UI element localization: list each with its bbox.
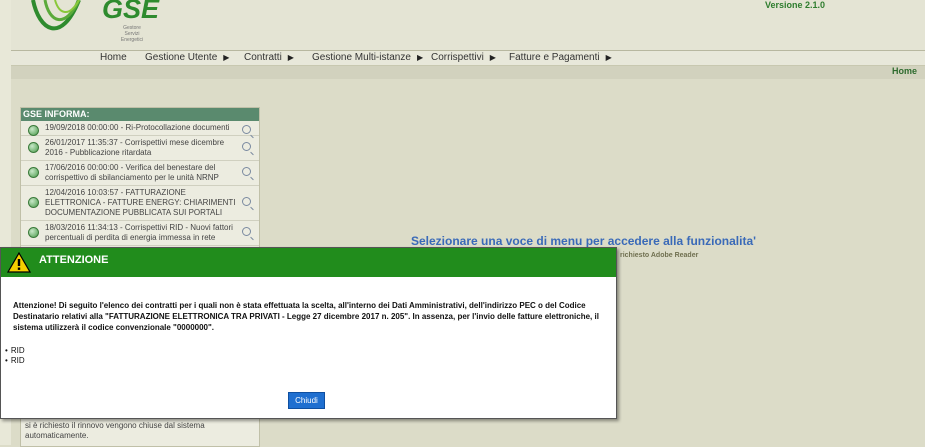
news-item[interactable]: 26/01/2017 11:35:37 - Corrispettivi mese… (21, 136, 259, 161)
header: GSE Gestore Servizi Energetici Versione … (11, 0, 925, 51)
news-item[interactable]: 12/04/2016 10:03:57 - FATTURAZIONE ELETT… (21, 186, 259, 221)
magnifier-icon[interactable] (242, 142, 251, 151)
contract-list: RID RID (5, 346, 25, 366)
gse-logo: GSE Gestore Servizi Energetici (31, 0, 159, 50)
news-text: 26/01/2017 11:35:37 - Corrispettivi mese… (45, 138, 225, 157)
menu-item-gestione-multi-istanze[interactable]: Gestione Multi-istanze ▶ (312, 52, 423, 63)
menu-arrow-icon: ▶ (605, 53, 612, 62)
green-bullet-icon (28, 142, 39, 153)
contract-list-item: RID (5, 346, 25, 356)
menu-item-gestione-utente[interactable]: Gestione Utente ▶ (145, 52, 229, 63)
news-text: 17/06/2016 00:00:00 - Verifica del benes… (45, 163, 219, 182)
news-text: 18/03/2016 11:34:13 - Corrispettivi RID … (45, 223, 233, 242)
panel-title: GSE INFORMA: (21, 108, 259, 121)
news-item[interactable]: 17/06/2016 00:00:00 - Verifica del benes… (21, 161, 259, 186)
green-bullet-icon (28, 227, 39, 238)
dialog-header: ATTENZIONE (1, 248, 616, 277)
attention-dialog: ATTENZIONE Attenzione! Di seguito l'elen… (0, 247, 617, 419)
contract-list-item: RID (5, 356, 25, 366)
home-link[interactable]: Home (892, 66, 917, 76)
menu-item-corrispettivi[interactable]: Corrispettivi ▶ (431, 52, 496, 63)
warning-icon (7, 252, 31, 273)
menu-arrow-icon: ▶ (287, 53, 294, 62)
dialog-message: Attenzione! Di seguito l'elenco dei cont… (13, 301, 599, 332)
logo-text: GSE (102, 0, 160, 24)
news-item[interactable]: 18/03/2016 11:34:13 - Corrispettivi RID … (21, 221, 259, 246)
menu-arrow-icon: ▶ (489, 53, 496, 62)
panel-bottom-text: si è richiesto il rinnovo vengono chiuse… (25, 421, 205, 440)
magnifier-icon[interactable] (242, 197, 251, 206)
logo-subtitle: Gestore Servizi Energetici (120, 25, 144, 43)
news-text: 12/04/2016 10:03:57 - FATTURAZIONE ELETT… (45, 188, 236, 217)
welcome-message: Selezionare una voce di menu per acceder… (411, 234, 756, 248)
green-bullet-icon (28, 167, 39, 178)
adobe-reader-note: richiesto Adobe Reader (620, 252, 699, 259)
magnifier-icon[interactable] (242, 167, 251, 176)
close-button[interactable]: Chiudi (288, 392, 325, 409)
version-label: Versione 2.1.0 (765, 0, 826, 10)
secondary-bar: Home (11, 66, 925, 79)
menu-item-fatture-pagamenti[interactable]: Fatture e Pagamenti ▶ (509, 52, 612, 63)
news-item[interactable]: 19/09/2018 00:00:00 - Ri-Protocollazione… (21, 121, 259, 136)
dialog-title: ATTENZIONE (39, 254, 109, 266)
magnifier-icon[interactable] (242, 227, 251, 236)
green-bullet-icon (28, 125, 39, 136)
news-text: 19/09/2018 00:00:00 - Ri-Protocollazione… (45, 123, 230, 132)
magnifier-icon[interactable] (242, 125, 251, 134)
menu-item-home[interactable]: Home (100, 52, 127, 63)
menu-item-contratti[interactable]: Contratti ▶ (244, 52, 294, 63)
news-list: 19/09/2018 00:00:00 - Ri-Protocollazione… (21, 121, 259, 246)
menu-arrow-icon: ▶ (223, 53, 230, 62)
main-menu-bar: Home Gestione Utente ▶ Contratti ▶ Gestion… (11, 50, 925, 66)
menu-arrow-icon: ▶ (416, 53, 424, 62)
green-bullet-icon (28, 197, 39, 208)
